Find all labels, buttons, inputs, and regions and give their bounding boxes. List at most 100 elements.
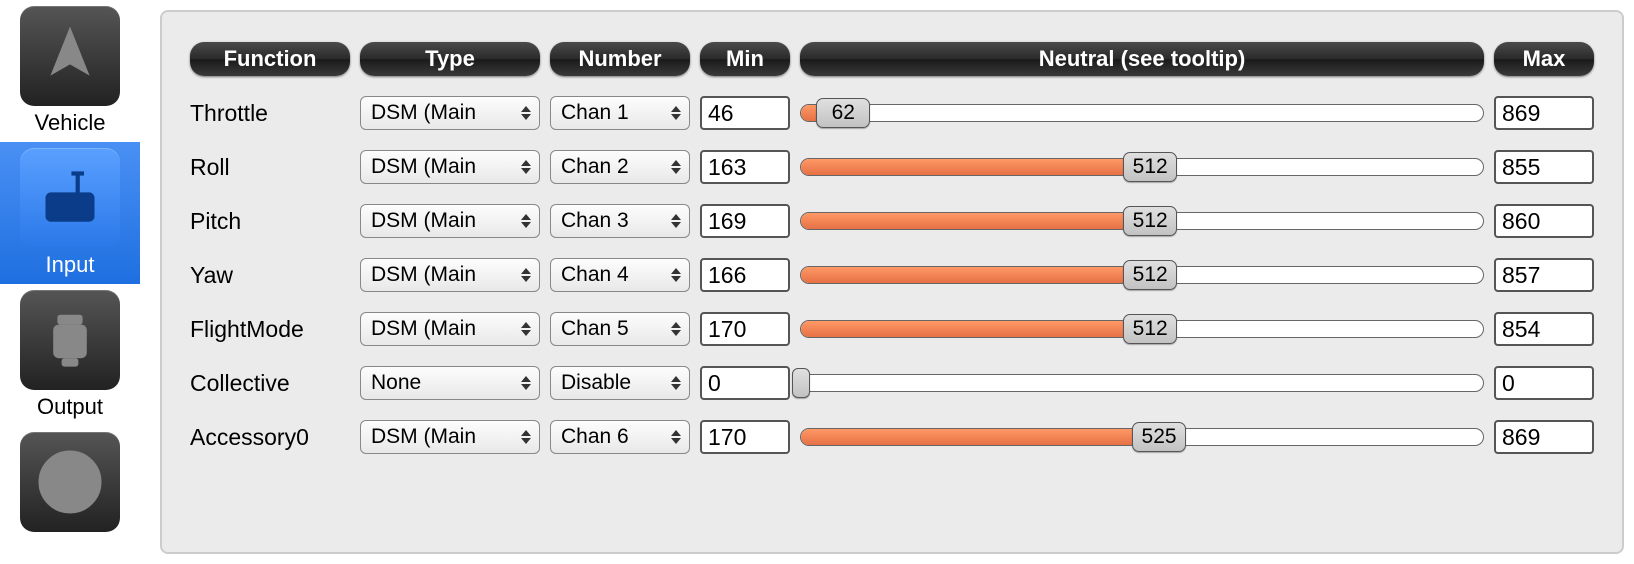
- number-select[interactable]: Chan 3: [550, 204, 690, 238]
- max-input[interactable]: 869: [1494, 96, 1594, 130]
- neutral-slider[interactable]: 512: [800, 150, 1484, 184]
- updown-arrows-icon: [521, 372, 533, 394]
- neutral-slider[interactable]: 512: [800, 258, 1484, 292]
- type-select[interactable]: DSM (Main: [360, 204, 540, 238]
- number-select-value: Chan 6: [561, 425, 629, 449]
- neutral-slider[interactable]: 62: [800, 96, 1484, 130]
- max-input[interactable]: 857: [1494, 258, 1594, 292]
- function-label: Collective: [190, 370, 350, 397]
- type-select[interactable]: DSM (Main: [360, 312, 540, 346]
- updown-arrows-icon: [671, 426, 683, 448]
- min-input[interactable]: 166: [700, 258, 790, 292]
- slider-fill: [801, 159, 1150, 175]
- min-input[interactable]: 169: [700, 204, 790, 238]
- type-select-value: DSM (Main: [371, 155, 476, 179]
- header-min: Min: [700, 42, 790, 76]
- header-neutral: Neutral (see tooltip): [800, 42, 1484, 76]
- updown-arrows-icon: [671, 318, 683, 340]
- number-select-value: Chan 3: [561, 209, 629, 233]
- updown-arrows-icon: [671, 372, 683, 394]
- min-input[interactable]: 0: [700, 366, 790, 400]
- updown-arrows-icon: [671, 156, 683, 178]
- max-input[interactable]: 869: [1494, 420, 1594, 454]
- number-select-value: Chan 5: [561, 317, 629, 341]
- type-select[interactable]: None: [360, 366, 540, 400]
- slider-fill: [801, 429, 1159, 445]
- number-select-value: Chan 4: [561, 263, 629, 287]
- header-function: Function: [190, 42, 350, 76]
- slider-fill: [801, 267, 1150, 283]
- max-input[interactable]: 0: [1494, 366, 1594, 400]
- slider-thumb[interactable]: 512: [1123, 314, 1177, 344]
- transmitter-icon: [20, 148, 120, 248]
- slider-fill: [801, 321, 1150, 337]
- type-select-value: DSM (Main: [371, 263, 476, 287]
- input-grid: Function Type Number Min Neutral (see to…: [190, 42, 1594, 454]
- sidebar: Vehicle Input Output: [0, 0, 140, 564]
- slider-thumb[interactable]: 62: [816, 98, 870, 128]
- updown-arrows-icon: [521, 264, 533, 286]
- header-number: Number: [550, 42, 690, 76]
- slider-thumb[interactable]: 512: [1123, 152, 1177, 182]
- sidebar-item-input[interactable]: Input: [0, 142, 140, 284]
- type-select[interactable]: DSM (Main: [360, 150, 540, 184]
- input-config-panel: Function Type Number Min Neutral (see to…: [160, 10, 1624, 554]
- function-label: Yaw: [190, 262, 350, 289]
- function-label: Accessory0: [190, 424, 350, 451]
- updown-arrows-icon: [521, 318, 533, 340]
- type-select[interactable]: DSM (Main: [360, 258, 540, 292]
- max-input[interactable]: 855: [1494, 150, 1594, 184]
- sidebar-item-label: Output: [37, 394, 103, 420]
- slider-thumb[interactable]: 525: [1132, 422, 1186, 452]
- number-select-value: Disable: [561, 371, 631, 395]
- number-select[interactable]: Chan 2: [550, 150, 690, 184]
- neutral-slider[interactable]: [800, 366, 1484, 400]
- updown-arrows-icon: [521, 156, 533, 178]
- slider-fill: [801, 213, 1150, 229]
- neutral-slider[interactable]: 512: [800, 312, 1484, 346]
- neutral-slider[interactable]: 525: [800, 420, 1484, 454]
- type-select-value: DSM (Main: [371, 209, 476, 233]
- function-label: FlightMode: [190, 316, 350, 343]
- type-select-value: DSM (Main: [371, 101, 476, 125]
- type-select-value: DSM (Main: [371, 317, 476, 341]
- min-input[interactable]: 163: [700, 150, 790, 184]
- updown-arrows-icon: [521, 210, 533, 232]
- number-select-value: Chan 2: [561, 155, 629, 179]
- updown-arrows-icon: [671, 102, 683, 124]
- updown-arrows-icon: [521, 426, 533, 448]
- function-label: Throttle: [190, 100, 350, 127]
- sidebar-item-label: Input: [46, 252, 95, 278]
- number-select[interactable]: Chan 6: [550, 420, 690, 454]
- number-select-value: Chan 1: [561, 101, 629, 125]
- function-label: Roll: [190, 154, 350, 181]
- aircraft-icon: [20, 6, 120, 106]
- slider-thumb[interactable]: 512: [1123, 260, 1177, 290]
- attitude-icon: [20, 432, 120, 532]
- type-select-value: DSM (Main: [371, 425, 476, 449]
- sidebar-item-label: Vehicle: [35, 110, 106, 136]
- type-select-value: None: [371, 371, 421, 395]
- min-input[interactable]: 170: [700, 420, 790, 454]
- number-select[interactable]: Disable: [550, 366, 690, 400]
- main-content: Function Type Number Min Neutral (see to…: [140, 0, 1634, 564]
- sidebar-item-vehicle[interactable]: Vehicle: [0, 0, 140, 142]
- sidebar-item-output[interactable]: Output: [0, 284, 140, 426]
- motor-icon: [20, 290, 120, 390]
- min-input[interactable]: 46: [700, 96, 790, 130]
- number-select[interactable]: Chan 5: [550, 312, 690, 346]
- number-select[interactable]: Chan 1: [550, 96, 690, 130]
- slider-thumb[interactable]: 512: [1123, 206, 1177, 236]
- type-select[interactable]: DSM (Main: [360, 420, 540, 454]
- number-select[interactable]: Chan 4: [550, 258, 690, 292]
- slider-thumb[interactable]: [792, 368, 810, 398]
- neutral-slider[interactable]: 512: [800, 204, 1484, 238]
- header-type: Type: [360, 42, 540, 76]
- min-input[interactable]: 170: [700, 312, 790, 346]
- sidebar-item-attitude[interactable]: [0, 426, 140, 542]
- max-input[interactable]: 860: [1494, 204, 1594, 238]
- function-label: Pitch: [190, 208, 350, 235]
- type-select[interactable]: DSM (Main: [360, 96, 540, 130]
- max-input[interactable]: 854: [1494, 312, 1594, 346]
- updown-arrows-icon: [671, 264, 683, 286]
